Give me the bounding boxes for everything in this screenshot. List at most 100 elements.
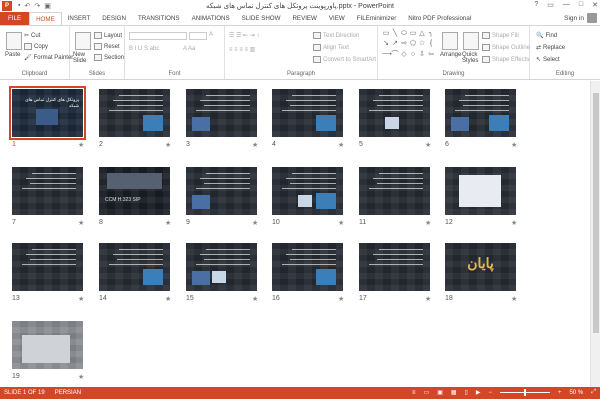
shape-item[interactable]: ╲	[391, 30, 399, 39]
sign-in-link[interactable]: Sign in	[564, 15, 584, 22]
zoom-level[interactable]: 50 %	[570, 390, 584, 396]
reading-view-icon[interactable]: ▯	[465, 389, 468, 396]
font-name-field[interactable]	[129, 32, 187, 40]
shape-item[interactable]: ⟶	[382, 51, 392, 60]
align-icons[interactable]: ≡ ≡ ≡ ≡ ▥	[229, 46, 255, 53]
transition-star-icon[interactable]: ★	[252, 219, 258, 227]
replace-button[interactable]: ⇄ Replace	[536, 44, 565, 52]
shape-item[interactable]: ⇦	[427, 51, 435, 60]
transition-star-icon[interactable]: ★	[78, 373, 84, 381]
shapes-gallery[interactable]: ▭ ╲ ⬭ ▭ △ ╮ ↘ ↗ ⇨ ⬠ ☆ { ⟶ ⌒ ◇ ○ ⇩ ⇦	[382, 30, 434, 60]
tab-nitro-pdf[interactable]: Nitro PDF Professional	[402, 12, 477, 25]
reset-button[interactable]: Reset	[94, 43, 120, 50]
new-slide-icon[interactable]	[75, 32, 91, 50]
powerpoint-app-icon[interactable]: P	[2, 1, 12, 11]
zoom-out-icon[interactable]: −	[488, 390, 492, 396]
transition-star-icon[interactable]: ★	[425, 219, 431, 227]
shape-item[interactable]: ↘	[382, 40, 390, 49]
format-painter-button[interactable]: 🖌 Format Painter	[24, 54, 73, 62]
layout-button[interactable]: Layout	[94, 32, 122, 39]
slide-thumbnail[interactable]	[99, 89, 170, 137]
slide-thumbnail[interactable]: پایان	[445, 243, 516, 291]
shape-item[interactable]: ▭	[409, 30, 417, 39]
transition-star-icon[interactable]: ★	[78, 219, 84, 227]
tab-review[interactable]: REVIEW	[286, 12, 322, 25]
tab-design[interactable]: DESIGN	[96, 12, 132, 25]
ribbon-display-icon[interactable]: ▭	[547, 1, 554, 9]
shape-item[interactable]: ☆	[418, 40, 426, 49]
tab-view[interactable]: VIEW	[323, 12, 351, 25]
slide-thumbnail[interactable]	[272, 89, 343, 137]
convert-smartart-button[interactable]: Convert to SmartArt	[313, 56, 376, 63]
normal-view-icon[interactable]: ▣	[437, 389, 443, 396]
select-button[interactable]: ↖ Select	[536, 56, 560, 64]
shape-item[interactable]: ⬠	[409, 40, 417, 49]
shape-item[interactable]: △	[418, 30, 426, 39]
slide-sorter-view-icon[interactable]: ▦	[451, 389, 457, 396]
grow-font-icon[interactable]: A	[209, 32, 213, 38]
transition-star-icon[interactable]: ★	[252, 141, 258, 149]
transition-star-icon[interactable]: ★	[165, 295, 171, 303]
help-icon[interactable]: ?	[534, 1, 538, 9]
arrange-icon[interactable]	[442, 32, 458, 50]
close-icon[interactable]: ✕	[592, 1, 598, 9]
copy-button[interactable]: Copy	[24, 43, 48, 50]
slide-thumbnail[interactable]	[445, 89, 516, 137]
minimize-icon[interactable]: —	[563, 1, 570, 9]
align-text-button[interactable]: Align Text	[313, 44, 349, 51]
shape-effects-button[interactable]: Shape Effects	[482, 56, 529, 63]
zoom-knob[interactable]	[523, 389, 526, 396]
slide-thumbnail[interactable]	[12, 167, 83, 215]
transition-star-icon[interactable]: ★	[511, 295, 517, 303]
font-format-icons[interactable]: B I U S abc	[129, 46, 159, 52]
transition-star-icon[interactable]: ★	[511, 141, 517, 149]
tab-file[interactable]: FILE	[0, 12, 30, 25]
list-icons[interactable]: ☰ ☰ ⇤ ⇥ ↕	[229, 32, 259, 39]
quick-styles-icon[interactable]	[463, 32, 479, 50]
tab-slide-show[interactable]: SLIDE SHOW	[236, 12, 287, 25]
transition-star-icon[interactable]: ★	[165, 141, 171, 149]
language-indicator[interactable]: PERSIAN	[55, 390, 81, 396]
zoom-in-icon[interactable]: +	[558, 390, 562, 396]
shape-item[interactable]: ⬭	[400, 30, 408, 39]
zoom-slider[interactable]	[499, 389, 550, 396]
find-button[interactable]: 🔍 Find	[536, 32, 557, 40]
transition-star-icon[interactable]: ★	[338, 295, 344, 303]
tab-home[interactable]: HOME	[29, 12, 62, 25]
slideshow-icon[interactable]: ▣	[44, 2, 51, 10]
paste-icon[interactable]	[6, 32, 22, 50]
save-icon[interactable]: ▪	[18, 2, 20, 10]
shape-item[interactable]: {	[427, 40, 435, 49]
shape-item[interactable]: ◇	[400, 51, 408, 60]
slide-thumbnail[interactable]	[445, 167, 516, 215]
slide-thumbnail[interactable]	[12, 243, 83, 291]
undo-icon[interactable]: ↶	[24, 2, 30, 10]
shape-item[interactable]: ⌒	[391, 51, 399, 60]
fit-slide-icon[interactable]: ⤢	[591, 389, 596, 396]
tab-animations[interactable]: ANIMATIONS	[186, 12, 236, 25]
shape-item[interactable]: ↗	[391, 40, 399, 49]
shape-item[interactable]: ⇩	[418, 51, 426, 60]
slide-thumbnail[interactable]	[359, 167, 430, 215]
shape-item[interactable]: ╮	[427, 30, 435, 39]
slide-thumbnail[interactable]	[272, 243, 343, 291]
slide-thumbnail[interactable]	[359, 243, 430, 291]
slideshow-view-icon[interactable]: ▶	[476, 389, 481, 396]
tab-insert[interactable]: INSERT	[62, 12, 97, 25]
transition-star-icon[interactable]: ★	[338, 219, 344, 227]
slide-thumbnail[interactable]	[359, 89, 430, 137]
scroll-thumb[interactable]	[593, 93, 599, 333]
transition-star-icon[interactable]: ★	[78, 141, 84, 149]
transition-star-icon[interactable]: ★	[252, 295, 258, 303]
shape-item[interactable]: ⇨	[400, 40, 408, 49]
slide-thumbnail[interactable]	[99, 243, 170, 291]
slide-thumbnail[interactable]	[12, 321, 83, 369]
redo-icon[interactable]: ↷	[34, 2, 40, 10]
tab-fileminimizer[interactable]: FILEminimizer	[351, 12, 403, 25]
quick-styles-button[interactable]: Quick Styles	[462, 52, 480, 64]
transition-star-icon[interactable]: ★	[511, 219, 517, 227]
slide-thumbnail[interactable]	[272, 167, 343, 215]
tab-transitions[interactable]: TRANSITIONS	[132, 12, 186, 25]
text-direction-button[interactable]: Text Direction	[313, 32, 359, 39]
font-size-field[interactable]	[189, 32, 207, 40]
